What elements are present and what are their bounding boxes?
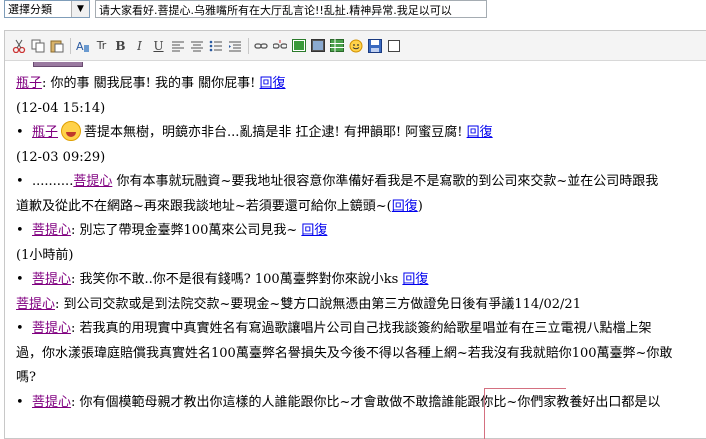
username-link[interactable]: 瓶子 — [32, 125, 58, 140]
paren-close: ) — [417, 198, 423, 214]
bullet: • — [16, 272, 24, 287]
svg-text:A: A — [76, 40, 84, 53]
reply-link[interactable]: 回復 — [301, 223, 327, 238]
username-link[interactable]: 菩提心 — [32, 223, 71, 238]
reply-link[interactable]: 回復 — [467, 125, 493, 140]
list-item: • ..........菩提心 你有本事就玩融資~要我地址很容意你準備好看我是不是… — [16, 170, 706, 195]
list-item: 菩提心: 到公司交款或是到法院交款~要現金~雙方口說無憑由第三方做證免日後有爭議… — [16, 293, 706, 318]
toolbar-separator — [248, 37, 249, 54]
reply-link[interactable]: 回復 — [392, 199, 418, 214]
post-text: : 你有個模範母親才教出你這樣的人誰能跟你比~才會敢做不敢擔誰能跟你比~你們家教… — [71, 394, 661, 410]
emoticon-icon[interactable] — [348, 38, 363, 53]
list-item-continued: 道歉及從此不在網路~再來跟我談地址~若須要還可給你上鏡頭~(回復) — [16, 195, 706, 220]
username-link[interactable]: 菩提心 — [16, 297, 55, 312]
overlay-line — [484, 388, 485, 439]
table-icon[interactable] — [329, 38, 344, 53]
post-text: 道歉及從此不在網路~再來跟我談地址~若須要還可給你上鏡頭~( — [16, 198, 392, 214]
list-item: 瓶子: 你的事 關我屁事! 我的事 關你屁事! 回復 — [16, 72, 706, 97]
list-item: • 菩提心: 你有個模範母親才教出你這樣的人誰能跟你比~才會敢做不敢擔誰能跟你比~… — [16, 391, 706, 416]
unlink-icon[interactable] — [272, 38, 287, 53]
format-icon[interactable]: A — [75, 38, 90, 53]
username-link[interactable]: 菩提心 — [32, 272, 71, 287]
bullet: • — [16, 125, 24, 140]
indent-icon[interactable] — [227, 38, 242, 53]
post-text: 你有本事就玩融資~要我地址很容意你準備好看我是不是寫歌的到公司來交款~並在公司時… — [116, 174, 659, 189]
list-item-continued: 嗎? — [16, 366, 706, 391]
list-item: • 菩提心: 若我真的用現實中真實姓名有寫過歌讓唱片公司自己找我談簽約給歌星唱並有… — [16, 317, 706, 342]
bullet: • — [16, 223, 24, 238]
chevron-down-icon[interactable]: ▼ — [71, 1, 89, 17]
title-input[interactable]: 请大家看好.菩提心.乌雅嘴所有在大厅乱言论!!乱扯.精神异常.我足以可以 — [95, 0, 487, 18]
checkbox-icon[interactable] — [386, 38, 401, 53]
timestamp: (12-03 09:29) — [16, 149, 106, 165]
list-item — [16, 62, 706, 72]
post-text: : 我笑你不敢..你不是很有錢嗎? 100萬臺弊對你來說小ks — [71, 272, 399, 287]
paste-icon[interactable] — [49, 38, 64, 53]
editor-toolbar: A Tr B I U — [5, 31, 706, 61]
media-icon[interactable] — [310, 38, 325, 53]
rich-text-editor[interactable]: A Tr B I U 瓶子: 你的事 關我屁事! 我的事 關你屁事! 回復 (1… — [4, 30, 706, 439]
username-link[interactable]: 菩提心 — [32, 395, 71, 410]
underline-icon[interactable]: U — [151, 38, 166, 53]
copy-icon[interactable] — [30, 38, 45, 53]
align-left-icon[interactable] — [170, 38, 185, 53]
editor-content[interactable]: 瓶子: 你的事 關我屁事! 我的事 關你屁事! 回復 (12-04 15:14)… — [5, 62, 706, 439]
list-icon[interactable] — [208, 38, 223, 53]
bold-icon[interactable]: B — [113, 38, 128, 53]
post-text: 嗎? — [16, 370, 36, 385]
avatar — [33, 62, 83, 67]
list-item-continued: 過，你水漾張瑋庭賠償我真實姓名100萬臺弊名譽損失及今後不得以各種上網~若我沒有… — [16, 342, 706, 367]
italic-icon[interactable]: I — [132, 38, 147, 53]
text-size-icon[interactable]: Tr — [94, 38, 109, 53]
post-text: : 你的事 關我屁事! 我的事 關你屁事! — [42, 76, 256, 91]
timestamp: (12-04 15:14) — [16, 100, 106, 116]
save-icon[interactable] — [367, 38, 382, 53]
top-bar: 選擇分類 ▼ 请大家看好.菩提心.乌雅嘴所有在大厅乱言论!!乱扯.精神异常.我足… — [0, 0, 706, 20]
category-select[interactable]: 選擇分類 ▼ — [4, 0, 90, 18]
post-text: : 若我真的用現實中真實姓名有寫過歌讓唱片公司自己找我談簽約給歌星唱並有在三立電… — [71, 321, 652, 336]
username-link[interactable]: 菩提心 — [32, 321, 71, 336]
smiley-icon — [61, 121, 82, 141]
image-icon[interactable] — [291, 38, 306, 53]
post-text: 菩提本無樹，明鏡亦非台...亂搞是非 扛企逮! 有押韻耶! 阿蜜豆腐! — [84, 125, 463, 140]
reply-link[interactable]: 回復 — [260, 76, 286, 91]
list-item: • 菩提心: 我笑你不敢..你不是很有錢嗎? 100萬臺弊對你來說小ks 回復 — [16, 268, 706, 293]
post-text: : 別忘了帶現金臺弊100萬來公司見我~ — [71, 223, 298, 238]
timestamp: (1小時前) — [16, 247, 74, 263]
dots: .......... — [32, 174, 74, 189]
username-link[interactable]: 瓶子 — [16, 76, 42, 91]
post-text: : 到公司交款或是到法院交款~要現金~雙方口說無憑由第三方做證免日後有爭議114… — [55, 296, 581, 312]
bullet: • — [16, 321, 24, 336]
link-icon[interactable] — [253, 38, 268, 53]
reply-link[interactable]: 回復 — [402, 272, 428, 287]
list-item: • 瓶子 菩提本無樹，明鏡亦非台...亂搞是非 扛企逮! 有押韻耶! 阿蜜豆腐! 回… — [16, 121, 706, 146]
username-link[interactable]: 菩提心 — [73, 174, 112, 189]
category-select-value: 選擇分類 — [8, 3, 52, 16]
post-text: 過，你水漾張瑋庭賠償我真實姓名100萬臺弊名譽損失及今後不得以各種上網~若我沒有… — [16, 345, 673, 361]
bullet: • — [16, 394, 24, 410]
overlay-line — [484, 388, 566, 389]
bullet: • — [16, 174, 24, 189]
toolbar-separator — [70, 37, 71, 54]
cut-icon[interactable] — [11, 38, 26, 53]
align-center-icon[interactable] — [189, 38, 204, 53]
list-item: • 菩提心: 別忘了帶現金臺弊100萬來公司見我~ 回復 — [16, 219, 706, 244]
